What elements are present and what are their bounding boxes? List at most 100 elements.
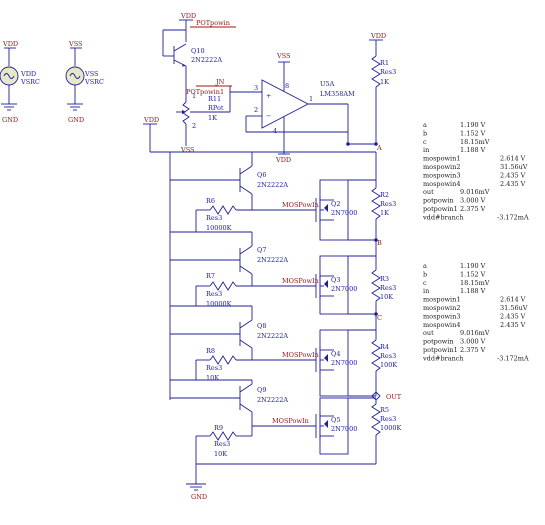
vss-r11-label: VSS <box>180 146 195 154</box>
vdd-left-label: VDD <box>143 116 159 124</box>
result-value: 2.375 V <box>460 346 486 354</box>
q6-ref: Q6 <box>257 171 266 179</box>
result-name: a <box>423 121 427 129</box>
vss-u5-label: VSS <box>276 52 291 60</box>
vss-source-type: VSRC <box>84 78 104 86</box>
r5-resistor[interactable]: R5 Res3 1000K <box>371 400 402 464</box>
result-value: 2.435 V <box>500 171 526 179</box>
net-mospowin2: MOSPowIn <box>282 277 319 285</box>
result-name: out <box>423 188 434 196</box>
result-name: in <box>423 146 429 154</box>
q6-part: 2N2222A <box>257 181 288 189</box>
r11-part: RPot <box>208 104 224 112</box>
vdd-source-name: VDD <box>20 70 36 78</box>
result-value: 18.15mV <box>460 138 490 146</box>
result-name: potpowin <box>423 338 454 346</box>
r9-resistor[interactable]: R9 Res3 10K <box>196 424 316 458</box>
result-value: 1.190 V <box>460 262 486 270</box>
q9-ref: Q9 <box>257 386 266 394</box>
result-value: 3.000 V <box>460 338 486 346</box>
u5-pin4: 4 <box>273 127 277 135</box>
u5-pin1: 1 <box>309 95 313 103</box>
result-value: 1.152 V <box>460 129 486 137</box>
vdd-source-type: VSRC <box>20 78 40 86</box>
vdd-source-net-label: VDD <box>2 40 18 48</box>
result-name: mospowin1 <box>423 296 460 304</box>
result-name: c <box>423 279 427 287</box>
result-value: 9.016mV <box>460 188 490 196</box>
vss-source-name: VSS <box>84 70 99 78</box>
r3-value: 10K <box>380 293 393 301</box>
r2-part: Res3 <box>380 200 396 208</box>
net-mospowin3: MOSPowIn <box>282 351 319 359</box>
result-value: 1.152 V <box>460 270 486 278</box>
r7-ref: R7 <box>206 272 215 280</box>
q3-part: 2N7000 <box>331 285 357 293</box>
net-c: C <box>377 314 382 322</box>
r1-part: Res3 <box>380 68 396 76</box>
r11-ref: R11 <box>208 95 221 103</box>
gnd-main-label: GND <box>191 493 207 501</box>
vdd-source[interactable]: VDD VDD VSRC GND <box>0 40 40 124</box>
q2-mosfet[interactable]: Q2 2N7000 <box>315 196 357 224</box>
r4-ref: R4 <box>380 343 389 351</box>
result-value: 1.188 V <box>460 287 486 295</box>
q7-part: 2N2222A <box>257 256 288 264</box>
r5-part: Res3 <box>380 415 396 423</box>
net-out: OUT <box>386 393 402 401</box>
result-name: mospowin3 <box>423 171 460 179</box>
result-name: b <box>423 270 427 278</box>
result-name: potpowin1 <box>423 346 458 354</box>
u5-ref: U5A <box>320 80 335 88</box>
gnd-main: GND <box>186 483 207 501</box>
q5-mosfet[interactable]: Q5 2N7000 <box>315 412 357 440</box>
r3-part: Res3 <box>380 284 396 292</box>
result-value: 2.435 V <box>500 312 526 320</box>
result-value: 1.188 V <box>460 146 486 154</box>
result-name: mospowin1 <box>423 155 460 163</box>
result-value: 2.435 V <box>500 180 526 188</box>
r11-value: 1K <box>208 114 217 122</box>
r6-part: Res3 <box>206 214 222 222</box>
vdd-u5-label: VDD <box>275 156 291 164</box>
result-value: 1.190 V <box>460 121 486 129</box>
r9-ref: R9 <box>214 424 223 432</box>
u5-pin8: 8 <box>285 82 289 90</box>
r7-part: Res3 <box>206 290 222 298</box>
result-value: 31.56uV <box>500 163 528 171</box>
r11-pin-2: 2 <box>192 122 196 130</box>
result-name: mospowin3 <box>423 312 460 320</box>
q4-ref: Q4 <box>331 350 340 358</box>
q4-part: 2N7000 <box>331 359 357 367</box>
r6-ref: R6 <box>206 197 215 205</box>
result-name: out <box>423 329 434 337</box>
r4-resistor[interactable]: R4 Res3 100K <box>371 314 397 396</box>
result-value: 2.435 V <box>500 321 526 329</box>
u5-pin3: 3 <box>254 84 258 92</box>
r2-resistor[interactable]: R2 Res3 1K <box>371 152 396 240</box>
r5-value: 1000K <box>380 424 402 432</box>
vss-source[interactable]: VSS VSS VSRC GND <box>65 40 104 124</box>
result-value: 31.56uV <box>500 304 528 312</box>
q3-mosfet[interactable]: Q3 2N7000 <box>315 272 357 300</box>
vdd-q10-label: VDD <box>180 12 196 20</box>
u5-plus: + <box>266 92 271 100</box>
result-name: mospowin4 <box>423 321 460 329</box>
r3-resistor[interactable]: R3 Res3 10K <box>371 240 396 314</box>
vss-source-net-label: VSS <box>68 40 83 48</box>
r1-resistor[interactable]: VDD R1 Res3 1K <box>369 32 396 144</box>
gnd-label-1: GND <box>2 116 18 124</box>
result-name: vdd#branch <box>422 354 464 362</box>
u5-part: LM358AM <box>320 90 355 98</box>
schematic-canvas: VDD VDD VSRC GND VSS VSS VSRC GND VDD Q1… <box>0 12 542 501</box>
net-potpowin1: POTpowin1 <box>186 88 224 96</box>
result-name: potpowin <box>423 197 454 205</box>
r8-value: 10K <box>206 374 219 382</box>
result-value: 2.375 V <box>460 205 486 213</box>
result-name: c <box>423 138 427 146</box>
u5a-opamp[interactable]: + − 3 2 1 8 4 U5A LM358AM VSS VDD <box>254 52 355 164</box>
result-name: mospowin4 <box>423 180 460 188</box>
q8-ref: Q8 <box>257 322 266 330</box>
q9-part: 2N2222A <box>257 396 288 404</box>
q4-mosfet[interactable]: Q4 2N7000 <box>315 346 357 374</box>
